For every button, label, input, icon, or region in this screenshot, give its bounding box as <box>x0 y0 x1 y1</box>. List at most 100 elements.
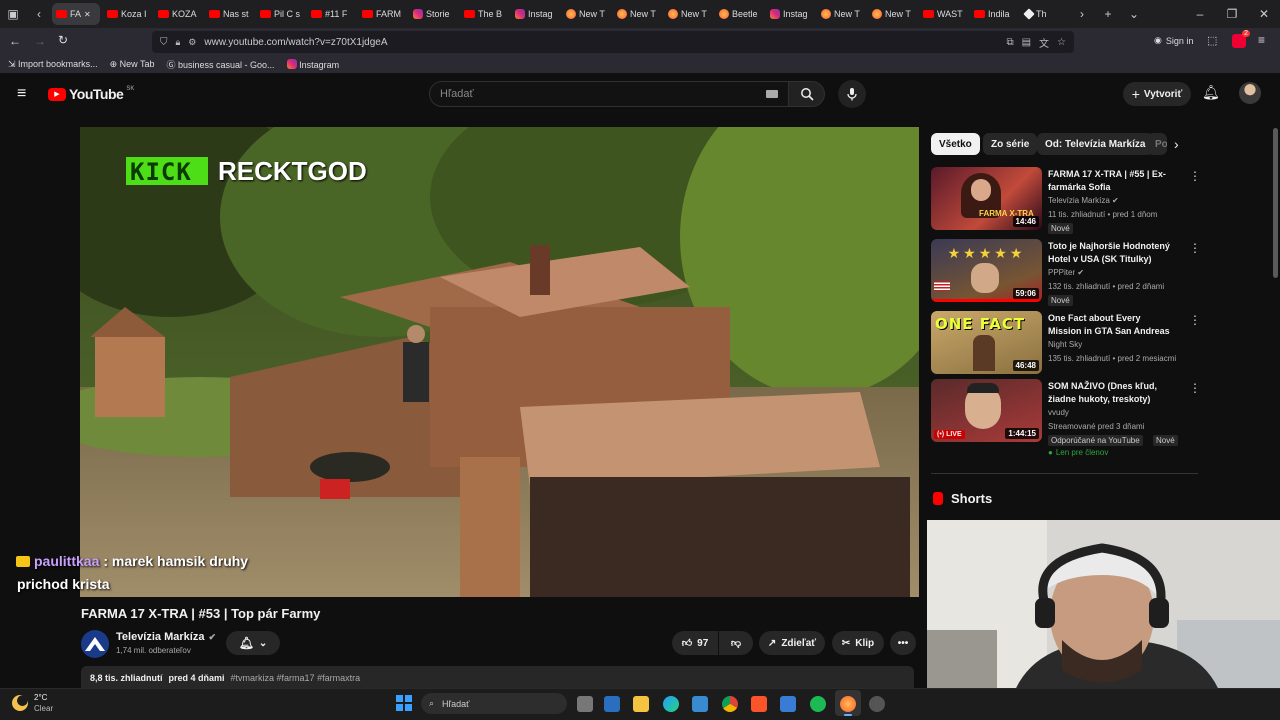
app-menu-icon[interactable]: ≡ <box>1258 33 1265 47</box>
chip-series[interactable]: Zo série <box>983 133 1038 155</box>
guide-menu-icon[interactable]: ≡ <box>17 85 26 103</box>
browser-tab[interactable]: KOZA <box>154 3 202 25</box>
recommendation-item[interactable]: (•) LIVE 1:44:15 SOM NAŽIVO (Dnes kľud, … <box>931 379 1201 463</box>
reload-icon[interactable]: ↻ <box>58 33 68 47</box>
taskbar-search[interactable]: ⌕ Hľadať <box>421 693 567 714</box>
bookmark-instagram[interactable]: Instagram <box>286 59 339 70</box>
file-explorer-icon[interactable] <box>633 696 649 712</box>
browser-tab[interactable]: Nas st <box>205 3 253 25</box>
browser-tab[interactable]: New T <box>817 3 865 25</box>
create-button[interactable]: + Vytvoriť <box>1123 82 1191 106</box>
browser-tab[interactable]: New T <box>562 3 610 25</box>
minimize-icon[interactable]: – <box>1184 7 1216 21</box>
browser-tab[interactable]: Indila <box>970 3 1018 25</box>
video-thumbnail[interactable]: (•) LIVE 1:44:15 <box>931 379 1042 442</box>
search-input[interactable]: Hľadať <box>429 81 789 107</box>
video-thumbnail[interactable]: ★★★★★ 59:06 <box>931 239 1042 302</box>
browser-tab[interactable]: Th <box>1021 3 1069 25</box>
firefox-icon[interactable] <box>840 696 856 712</box>
lock-icon[interactable]: 🔒︎ <box>176 37 181 48</box>
bookmark-import[interactable]: ⇲ Import bookmarks... <box>8 59 98 70</box>
youtube-logo[interactable]: ▶ YouTube SK <box>48 86 134 102</box>
recommendation-channel[interactable]: Night Sky <box>1048 340 1082 349</box>
bookmark-business-casual[interactable]: Ⓖ business casual - Goo... <box>166 58 274 71</box>
sign-in-button[interactable]: ◉ Sign in <box>1154 35 1193 46</box>
task-view-icon[interactable] <box>577 696 593 712</box>
subscription-bell-button[interactable]: 🔔︎ ⌄ <box>226 631 280 655</box>
more-vertical-icon[interactable]: ⋮ <box>1189 313 1201 327</box>
more-vertical-icon[interactable]: ⋮ <box>1189 169 1201 183</box>
browser-tab[interactable]: Storie <box>409 3 457 25</box>
page-scrollbar[interactable] <box>1273 128 1278 278</box>
avatar[interactable] <box>1239 82 1261 104</box>
more-vertical-icon[interactable]: ⋮ <box>1189 241 1201 255</box>
recommendation-title[interactable]: One Fact about Every Mission in GTA San … <box>1048 312 1173 338</box>
close-window-icon[interactable]: ✕ <box>1248 7 1280 21</box>
tab-scroll-right-icon[interactable]: › <box>1069 7 1095 21</box>
recommendation-channel-row[interactable]: Televízia Markíza ✔ <box>1048 196 1119 205</box>
browser-tab[interactable]: New T <box>613 3 661 25</box>
url-text[interactable]: www.youtube.com/watch?v=z70tX1jdgeA <box>204 37 387 48</box>
share-button[interactable]: ↗ Zdieľať <box>759 631 825 655</box>
brave-icon[interactable] <box>751 696 767 712</box>
tab-scroll-left-icon[interactable]: ‹ <box>26 7 52 21</box>
new-tab-icon[interactable]: + <box>1095 7 1121 21</box>
browser-tab[interactable]: #11 F <box>307 3 355 25</box>
recommendation-channel[interactable]: Televízia Markíza <box>1048 196 1110 205</box>
forward-icon[interactable]: → <box>34 34 46 48</box>
recommendation-channel[interactable]: PPPiter <box>1048 268 1075 277</box>
shield-icon[interactable]: ⛉ <box>160 37 168 48</box>
bookmark-new-tab[interactable]: ⊕ New Tab <box>110 59 155 70</box>
recommendation-title[interactable]: FARMA 17 X-TRA | #55 | Ex-farmárka Sofia <box>1048 168 1173 194</box>
browser-tab[interactable]: Instag <box>766 3 814 25</box>
browser-tab[interactable]: New T <box>664 3 712 25</box>
hashtags[interactable]: #tvmarkiza #farma17 #farmaxtra <box>231 673 361 683</box>
weather-temperature[interactable]: 2°C <box>34 693 47 702</box>
browser-tab[interactable]: WAST <box>919 3 967 25</box>
more-actions-button[interactable]: ••• <box>890 631 916 655</box>
edge-icon[interactable] <box>663 696 679 712</box>
description-box[interactable]: 8,8 tis. zhliadnutí pred 4 dňami #tvmark… <box>81 666 914 688</box>
notifications-bell-icon[interactable]: 🔔︎ <box>1202 84 1220 101</box>
screenshot-icon[interactable]: ▤ <box>1022 37 1031 48</box>
recommendation-item[interactable]: FARMA X-TRA 14:46 FARMA 17 X-TRA | #55 |… <box>931 167 1201 234</box>
channel-name[interactable]: Televízia Markíza <box>116 631 204 643</box>
permissions-icon[interactable]: ⚙ <box>188 37 196 48</box>
video-thumbnail[interactable]: FARMA X-TRA 14:46 <box>931 167 1042 230</box>
close-tab-icon[interactable]: ✕ <box>84 10 91 19</box>
extensions-icon[interactable]: ⬚ <box>1207 34 1217 47</box>
weather-description[interactable]: Clear <box>34 704 53 713</box>
keyboard-icon[interactable] <box>766 90 778 98</box>
browser-tab[interactable]: Koza I <box>103 3 151 25</box>
like-button[interactable]: 👍︎ 97 <box>672 631 718 655</box>
address-bar[interactable]: ⛉ 🔒︎ ⚙ www.youtube.com/watch?v=z70tX1jdg… <box>152 31 1074 53</box>
clip-button[interactable]: ✂ Klip <box>832 631 884 655</box>
tab-overview-icon[interactable]: ▣ <box>0 7 26 21</box>
chip-from-channel[interactable]: Od: Televízia Markíza <box>1037 133 1154 155</box>
recommendation-channel-row[interactable]: PPPiter ✔ <box>1048 268 1084 277</box>
browser-tab[interactable]: The B <box>460 3 508 25</box>
browser-tab[interactable]: New T <box>868 3 916 25</box>
translate-icon[interactable]: 文 <box>1039 35 1049 50</box>
maximize-icon[interactable]: ❐ <box>1216 7 1248 21</box>
browser-tab[interactable]: FARM <box>358 3 406 25</box>
channel-avatar[interactable] <box>81 630 109 658</box>
browser-tab[interactable]: FA ✕ <box>52 3 100 25</box>
voice-search-button[interactable] <box>838 80 866 108</box>
video-player[interactable]: KICK RECKTGOD <box>80 127 919 597</box>
browser-tab[interactable]: Instag <box>511 3 559 25</box>
video-thumbnail[interactable]: ONE FACT 46:48 <box>931 311 1042 374</box>
browser-tab[interactable]: Pil C s <box>256 3 304 25</box>
chip-more[interactable]: Po <box>1147 133 1167 155</box>
recommendation-item[interactable]: ★★★★★ 59:06 Toto je Najhoršie Hodnotený … <box>931 239 1201 306</box>
obs-icon[interactable] <box>869 696 885 712</box>
pip-icon[interactable]: ⧉ <box>1006 37 1013 48</box>
weather-moon-icon[interactable] <box>12 695 28 711</box>
recommendation-item[interactable]: ONE FACT 46:48 One Fact about Every Miss… <box>931 311 1201 375</box>
recommendation-channel[interactable]: vvudy <box>1048 408 1069 417</box>
recommendation-title[interactable]: Toto je Najhoršie Hodnotený Hotel v USA … <box>1048 240 1173 266</box>
browser-tab[interactable]: Beetle <box>715 3 763 25</box>
channel-name-row[interactable]: Televízia Markíza ✔ <box>116 631 216 643</box>
chip-all[interactable]: Všetko <box>931 133 980 155</box>
search-button[interactable] <box>789 81 825 107</box>
